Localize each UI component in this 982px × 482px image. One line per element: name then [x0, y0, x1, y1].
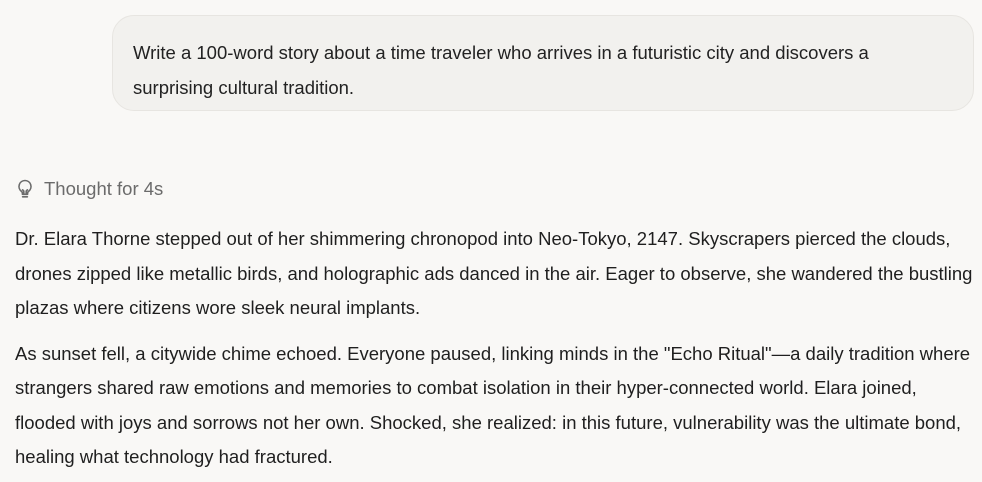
response-paragraph: Dr. Elara Thorne stepped out of her shim…	[15, 228, 973, 318]
user-message-text: Write a 100-word story about a time trav…	[133, 42, 869, 98]
lightbulb-icon	[15, 178, 35, 200]
user-message-bubble: Write a 100-word story about a time trav…	[112, 15, 974, 111]
assistant-response: Dr. Elara Thorne stepped out of her shim…	[15, 222, 975, 475]
thought-label: Thought for 4s	[44, 178, 164, 199]
thought-toggle[interactable]: Thought for 4s	[15, 175, 163, 203]
chat-page: Write a 100-word story about a time trav…	[0, 0, 982, 482]
response-paragraph: As sunset fell, a citywide chime echoed.…	[15, 342, 971, 468]
